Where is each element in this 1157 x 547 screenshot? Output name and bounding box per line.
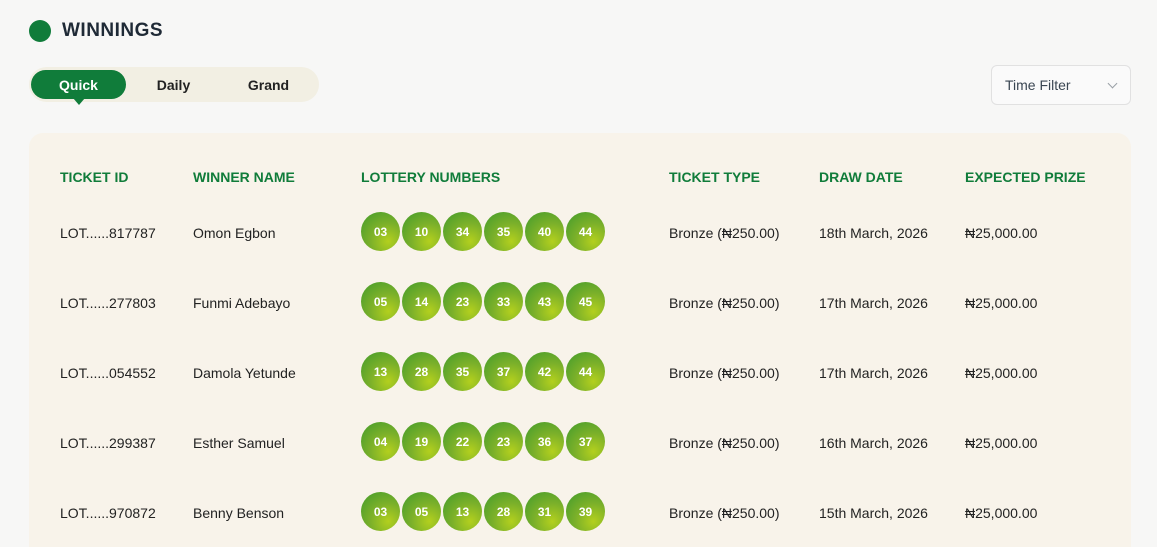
winner-name-cell: Damola Yetunde: [193, 365, 296, 381]
lottery-ball: 28: [484, 492, 523, 531]
lottery-ball: 34: [443, 212, 482, 251]
ticket-type-cell: Bronze (₦250.00): [669, 225, 780, 241]
expected-prize-cell: ₦25,000.00: [965, 365, 1038, 381]
draw-date-cell: 15th March, 2026: [819, 505, 928, 521]
winner-name-cell: Benny Benson: [193, 505, 285, 521]
lottery-ball: 22: [443, 422, 482, 461]
page-header: WINNINGS: [29, 20, 163, 42]
lottery-numbers: 03 10 34 35 40 44: [361, 212, 607, 251]
lottery-ball: 10: [402, 212, 441, 251]
status-dot-icon: [29, 20, 51, 42]
lottery-ball: 14: [402, 282, 441, 321]
tab-quick[interactable]: Quick: [31, 70, 126, 105]
winner-name-cell: Esther Samuel: [193, 435, 285, 451]
lottery-ball: 28: [402, 352, 441, 391]
lottery-ball: 19: [402, 422, 441, 461]
lottery-numbers: 03 05 13 28 31 39: [361, 492, 607, 531]
lottery-ball: 03: [361, 492, 400, 531]
expected-prize-cell: ₦25,000.00: [965, 505, 1038, 521]
column-header-draw-date: DRAW DATE: [819, 169, 903, 185]
lottery-ball: 04: [361, 422, 400, 461]
expected-prize-cell: ₦25,000.00: [965, 435, 1038, 451]
lottery-ball: 36: [525, 422, 564, 461]
ticket-id-cell: LOT......299387: [60, 435, 156, 451]
lottery-numbers: 04 19 22 23 36 37: [361, 422, 607, 461]
time-filter-dropdown[interactable]: Time Filter: [991, 65, 1131, 105]
draw-date-cell: 18th March, 2026: [819, 225, 928, 241]
column-header-ticket-type: TICKET TYPE: [669, 169, 761, 185]
column-header-ticket-id: TICKET ID: [60, 169, 129, 185]
lottery-ball: 23: [484, 422, 523, 461]
ticket-id-cell: LOT......054552: [60, 365, 156, 381]
column-header-lottery-numbers: LOTTERY NUMBERS: [361, 169, 501, 185]
winner-name-cell: Funmi Adebayo: [193, 295, 291, 311]
page-title: WINNINGS: [62, 20, 164, 41]
lottery-ball: 44: [566, 212, 605, 251]
lottery-ball: 23: [443, 282, 482, 321]
lottery-ball: 35: [443, 352, 482, 391]
tab-daily[interactable]: Daily: [126, 70, 221, 99]
ticket-type-cell: Bronze (₦250.00): [669, 365, 780, 381]
lottery-ball: 37: [566, 422, 605, 461]
lottery-ball: 05: [361, 282, 400, 321]
column-header-expected-prize: EXPECTED PRIZE: [965, 169, 1086, 185]
ticket-id-cell: LOT......817787: [60, 225, 156, 241]
ticket-type-cell: Bronze (₦250.00): [669, 505, 780, 521]
lottery-ball: 45: [566, 282, 605, 321]
lottery-ball: 31: [525, 492, 564, 531]
lottery-numbers: 05 14 23 33 43 45: [361, 282, 607, 321]
lottery-ball: 05: [402, 492, 441, 531]
column-header-winner-name: WINNER NAME: [193, 169, 295, 185]
tab-grand[interactable]: Grand: [221, 70, 316, 99]
ticket-type-cell: Bronze (₦250.00): [669, 435, 780, 451]
draw-date-cell: 17th March, 2026: [819, 365, 928, 381]
lottery-ball: 03: [361, 212, 400, 251]
lottery-ball: 35: [484, 212, 523, 251]
expected-prize-cell: ₦25,000.00: [965, 225, 1038, 241]
time-filter-label: Time Filter: [1005, 77, 1071, 93]
lottery-ball: 44: [566, 352, 605, 391]
lottery-ball: 33: [484, 282, 523, 321]
winner-name-cell: Omon Egbon: [193, 225, 276, 241]
draw-date-cell: 16th March, 2026: [819, 435, 928, 451]
lottery-ball: 43: [525, 282, 564, 321]
ticket-type-cell: Bronze (₦250.00): [669, 295, 780, 311]
draw-date-cell: 17th March, 2026: [819, 295, 928, 311]
tab-bar: Quick Daily Grand: [29, 67, 319, 105]
lottery-ball: 40: [525, 212, 564, 251]
lottery-ball: 42: [525, 352, 564, 391]
ticket-id-cell: LOT......970872: [60, 505, 156, 521]
chevron-down-icon: [1107, 78, 1118, 88]
lottery-ball: 13: [361, 352, 400, 391]
winnings-table: TICKET ID WINNER NAME LOTTERY NUMBERS TI…: [29, 133, 1131, 547]
lottery-numbers: 13 28 35 37 42 44: [361, 352, 607, 391]
lottery-ball: 39: [566, 492, 605, 531]
lottery-ball: 37: [484, 352, 523, 391]
ticket-id-cell: LOT......277803: [60, 295, 156, 311]
lottery-ball: 13: [443, 492, 482, 531]
expected-prize-cell: ₦25,000.00: [965, 295, 1038, 311]
